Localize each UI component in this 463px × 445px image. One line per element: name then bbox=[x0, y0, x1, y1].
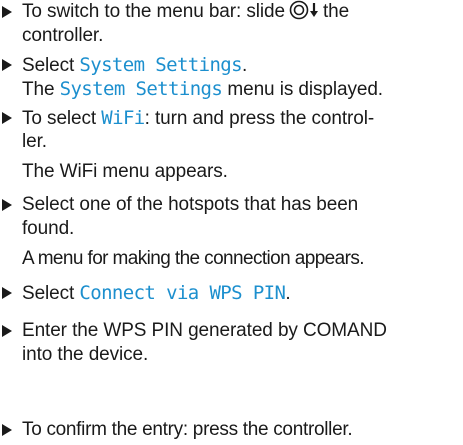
step-text-continued: controller. bbox=[22, 25, 104, 46]
result-text-part: menu is displayed. bbox=[222, 79, 383, 100]
bullet-arrow-icon bbox=[2, 424, 12, 436]
step-text: To switch to the menu bar: slide the bbox=[22, 0, 349, 24]
step-text-continued: found. bbox=[22, 218, 75, 239]
bullet-arrow-icon bbox=[2, 325, 12, 337]
step-text-part: To select bbox=[22, 108, 102, 129]
step-text-continued: into the device. bbox=[22, 344, 149, 365]
bullet-arrow-icon bbox=[2, 287, 12, 299]
bullet-arrow-icon bbox=[2, 199, 12, 211]
bullet-arrow-icon bbox=[2, 112, 12, 124]
step-text: Select one of the hotspots that has been bbox=[22, 194, 359, 215]
menu-name-system-settings: System Settings bbox=[59, 78, 223, 100]
bullet-arrow-icon bbox=[2, 6, 12, 18]
menu-item-wifi: WiFi bbox=[101, 107, 145, 129]
step-result: The WiFi menu appears. bbox=[22, 161, 228, 182]
instruction-list: To switch to the menu bar: slide the cont… bbox=[0, 0, 463, 445]
step-text-part: the bbox=[322, 1, 350, 22]
step-text: To select WiFi: turn and press the contr… bbox=[22, 106, 374, 131]
step-result: A menu for making the connection appears… bbox=[22, 248, 365, 269]
step-text-part: Select bbox=[22, 55, 80, 76]
step-text-part: . bbox=[285, 283, 291, 304]
step-text: Enter the WPS PIN generated by COMAND bbox=[22, 320, 387, 341]
step-text-part: : turn and press the control- bbox=[144, 108, 375, 129]
step-result: The System Settings menu is displayed. bbox=[22, 77, 383, 102]
step-text-continued: ler. bbox=[22, 131, 47, 152]
step-text: Select System Settings. bbox=[22, 53, 247, 78]
menu-item-connect-via-wps-pin: Connect via WPS PIN bbox=[79, 282, 286, 304]
step-text-part: Select bbox=[22, 283, 80, 304]
step-text: To confirm the entry: press the controll… bbox=[22, 419, 353, 440]
result-text-part: The bbox=[22, 79, 60, 100]
step-text: Select Connect via WPS PIN. bbox=[22, 281, 291, 306]
step-text-part: To switch to the menu bar: slide bbox=[22, 1, 285, 22]
controller-slide-down-icon bbox=[289, 1, 318, 20]
step-text-part: . bbox=[241, 55, 248, 76]
bullet-arrow-icon bbox=[2, 59, 12, 71]
menu-item-system-settings: System Settings bbox=[79, 54, 242, 76]
